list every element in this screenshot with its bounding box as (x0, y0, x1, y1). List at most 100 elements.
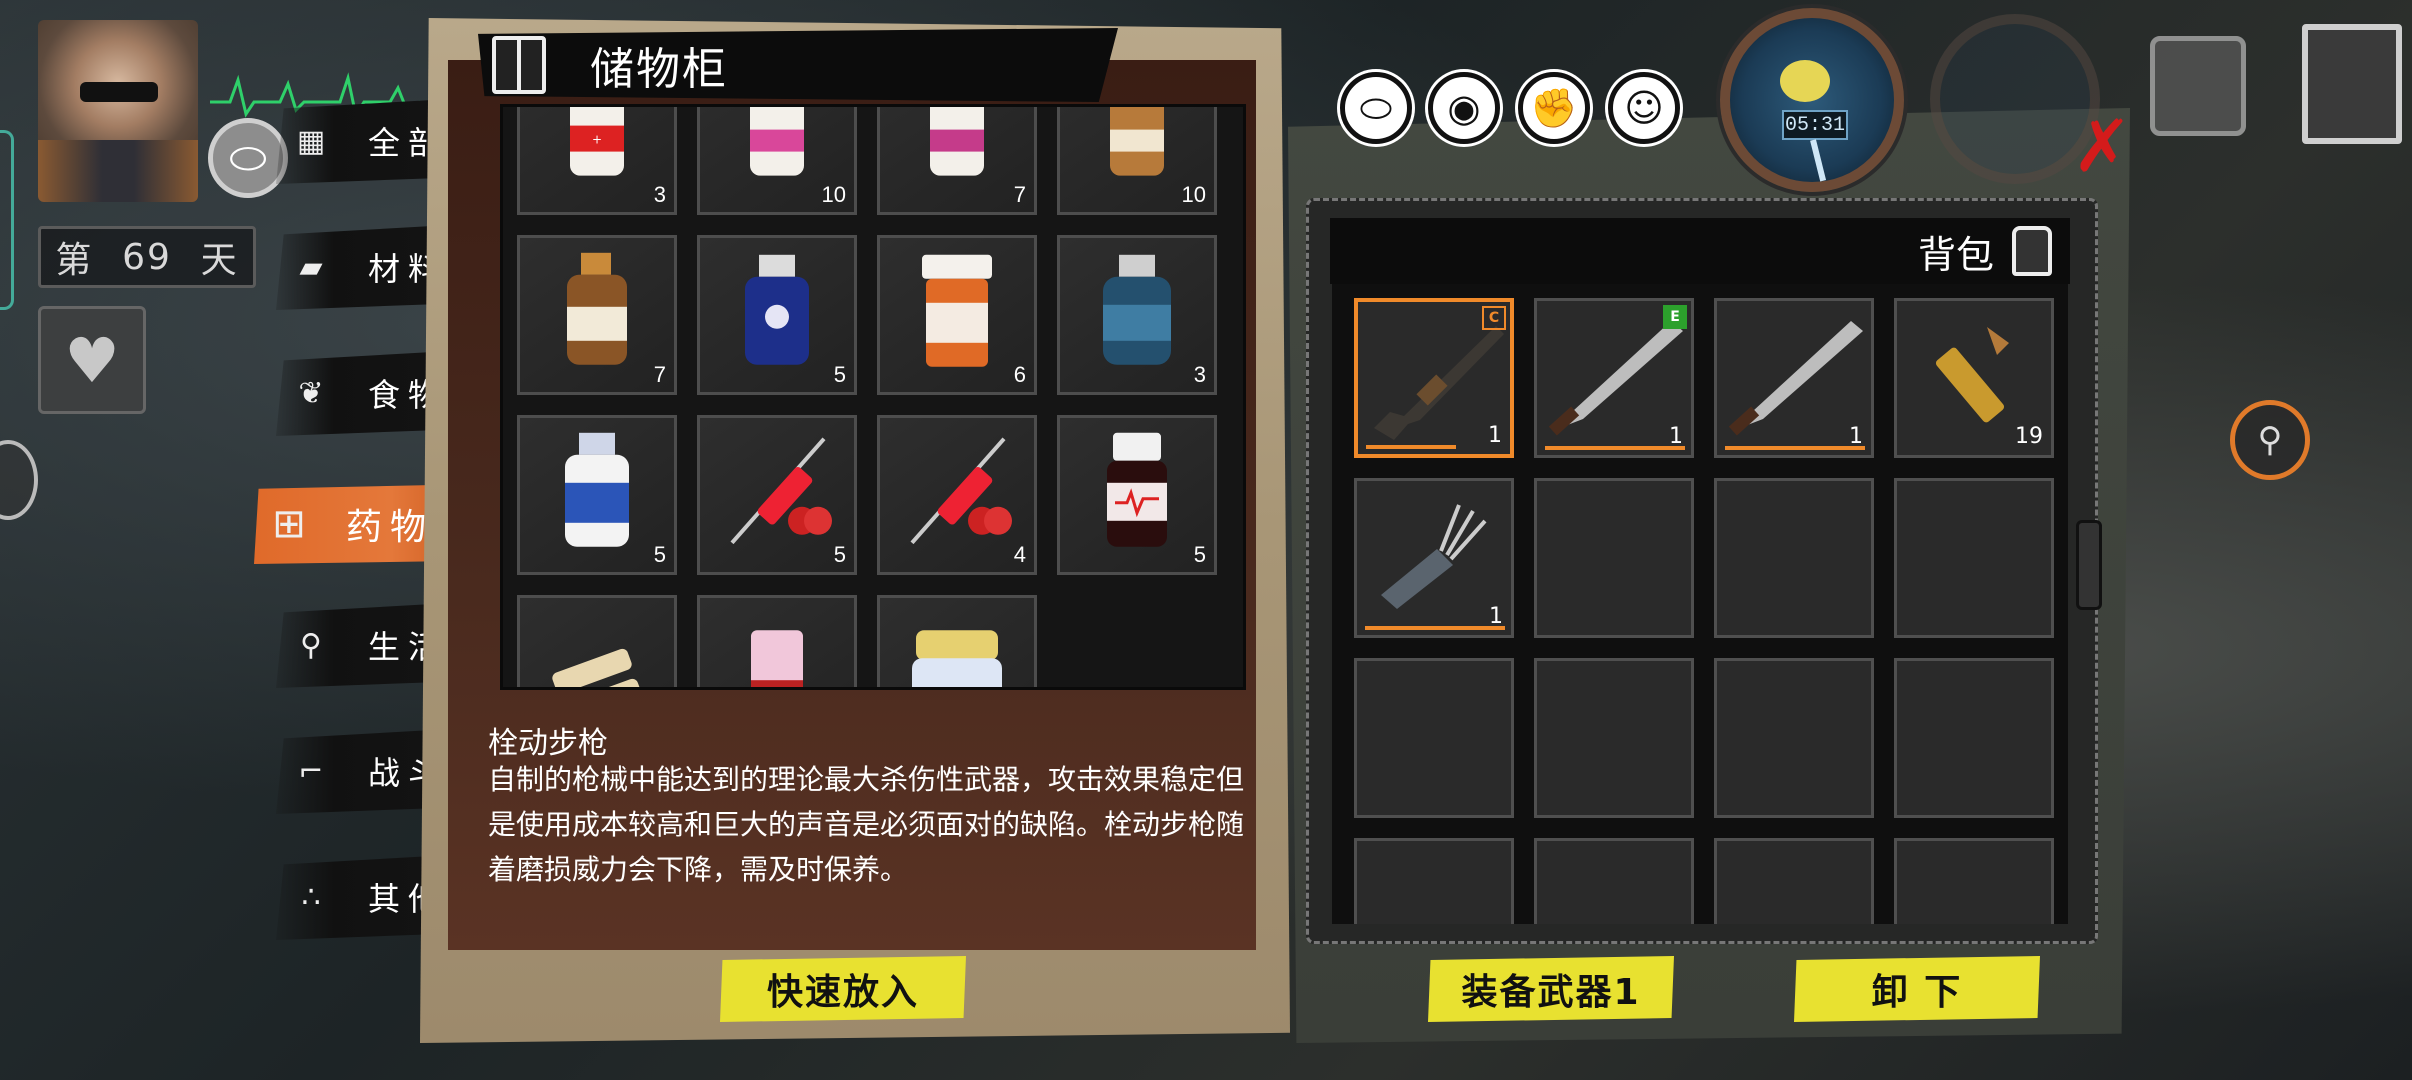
backpack-slot[interactable]: E 1 (1534, 298, 1694, 458)
item-qty: 10 (1181, 182, 1206, 207)
backpack-slot-empty[interactable] (1714, 478, 1874, 638)
close-icon[interactable]: ✗ (2072, 104, 2132, 188)
backpack-slot-empty[interactable] (1354, 838, 1514, 924)
pill-icon[interactable]: ⬭ (1340, 72, 1412, 144)
item-qty: 1 (1488, 423, 1502, 448)
vial-icon (750, 107, 804, 176)
storage-slot[interactable]: + 3 (517, 107, 677, 215)
storage-slot[interactable] (697, 595, 857, 687)
backpack-slot-empty[interactable] (1534, 658, 1694, 818)
storage-slot[interactable]: 3 (1057, 235, 1217, 395)
storage-slot[interactable]: 5 (697, 415, 857, 575)
storage-slot[interactable] (517, 595, 677, 687)
storage-slot[interactable]: 5 (1057, 415, 1217, 575)
storage-slot[interactable]: 4 (877, 415, 1037, 575)
portrait-glasses (80, 82, 158, 102)
item-qty: 10 (821, 182, 846, 207)
fist-icon[interactable]: ✊ (1518, 72, 1590, 144)
day-suffix: 天 (200, 240, 239, 281)
durability-bar (1725, 446, 1865, 450)
clock-hand (1810, 139, 1827, 182)
item-qty: 4 (1013, 542, 1026, 567)
storage-slot[interactable]: 6 (877, 235, 1037, 395)
storage-title-bar: 储物柜 (478, 28, 1118, 102)
clock-time: 05:31 (1782, 110, 1848, 140)
item-qty: 3 (653, 182, 666, 207)
storage-slot[interactable]: 7 (877, 107, 1037, 215)
backpack-grid[interactable]: C 1 E 1 1 19 1 (1332, 284, 2068, 924)
backpack-slot-empty[interactable] (1354, 658, 1514, 818)
storage-slot[interactable]: 5 (517, 415, 677, 575)
item-name: 栓动步枪 (488, 726, 608, 761)
storage-slot[interactable] (877, 595, 1037, 687)
backpack-slot-empty[interactable] (1714, 658, 1874, 818)
vial-icon (1110, 107, 1164, 176)
backpack-slot-empty[interactable] (1894, 838, 2054, 924)
health-heart-icon[interactable]: ♥ (38, 306, 146, 414)
hand-cream-icon (912, 630, 1002, 687)
life-icon: ⚲ (300, 627, 322, 663)
exit-door-icon[interactable] (2302, 24, 2402, 144)
storage-slot[interactable]: 10 (1057, 107, 1217, 215)
day-counter: 第 69 天 (38, 226, 256, 288)
backpack-slot-selected[interactable]: C 1 (1354, 298, 1514, 458)
item-qty: 5 (833, 362, 846, 387)
tray-icon (2150, 36, 2246, 136)
vial-icon (930, 107, 984, 176)
backpack-slot[interactable]: 19 (1894, 298, 2054, 458)
player-portrait[interactable] (38, 20, 198, 202)
detox-vial-icon (565, 432, 629, 547)
item-qty: 5 (1193, 542, 1206, 567)
machete-icon (1548, 321, 1683, 436)
bullet-icon (1935, 327, 2009, 423)
portrait-coat (38, 140, 198, 202)
item-qty: 3 (1193, 362, 1206, 387)
rifle-icon (1374, 326, 1504, 440)
other-icon: ∴ (301, 879, 321, 915)
backpack-slot[interactable]: 1 (1354, 478, 1514, 638)
storage-title: 储物柜 (590, 44, 728, 95)
backpack-slot-empty[interactable] (1714, 838, 1874, 924)
backpack-slot-empty[interactable] (1894, 478, 2054, 638)
vial-icon (745, 254, 809, 365)
perfume-icon (751, 630, 803, 687)
durability-bar (1545, 446, 1685, 450)
clock-dial: 05:31 (1720, 8, 1904, 192)
lockpick-icon (1381, 504, 1487, 609)
backpack-slot-empty[interactable] (1534, 478, 1694, 638)
backpack-title: 背包 (1917, 232, 1994, 277)
equip-weapon-button[interactable]: 装备武器1 (1428, 956, 1674, 1022)
storage-grid[interactable]: + 3 10 7 10 7 5 6 3 5 5 4 5 (500, 104, 1246, 690)
durability-bar (1366, 445, 1456, 449)
backpack-slot-empty[interactable] (1534, 838, 1694, 924)
durability-bar (1365, 626, 1505, 630)
item-qty: 6 (1013, 362, 1026, 387)
smile-icon[interactable]: ☺ (1608, 72, 1680, 144)
syringe-icon (910, 437, 1012, 545)
quick-put-button[interactable]: 快速放入 (720, 956, 966, 1022)
pill-status-icon[interactable]: ⬭ (208, 118, 288, 198)
zipper-handle (2076, 520, 2102, 610)
water-tap-icon[interactable]: ⚲ (2230, 400, 2310, 480)
antibiotic-bottle-icon (922, 254, 992, 367)
side-tool-button[interactable] (0, 440, 38, 520)
eye-icon[interactable]: ◉ (1428, 72, 1500, 144)
side-indicator (0, 130, 14, 310)
backpack-title-bar: 背包 (1330, 218, 2070, 284)
backpack-icon (2012, 226, 2052, 276)
item-qty: 19 (2015, 424, 2043, 449)
backpack-slot[interactable]: 1 (1714, 298, 1874, 458)
medicine-icon: ⊞ (272, 501, 306, 547)
storage-slot[interactable]: 7 (517, 235, 677, 395)
food-icon: ❦ (298, 375, 324, 411)
sun-icon (1780, 60, 1830, 102)
storage-slot[interactable]: 10 (697, 107, 857, 215)
cabinet-icon (492, 36, 546, 94)
unload-button[interactable]: 卸 下 (1794, 956, 2040, 1022)
storage-slot[interactable]: 5 (697, 235, 857, 395)
first-aid-bottle-icon (1107, 432, 1167, 547)
grid-icon: ▦ (296, 123, 326, 159)
vial-icon: + (570, 107, 624, 176)
vial-icon (567, 252, 627, 365)
backpack-slot-empty[interactable] (1894, 658, 2054, 818)
